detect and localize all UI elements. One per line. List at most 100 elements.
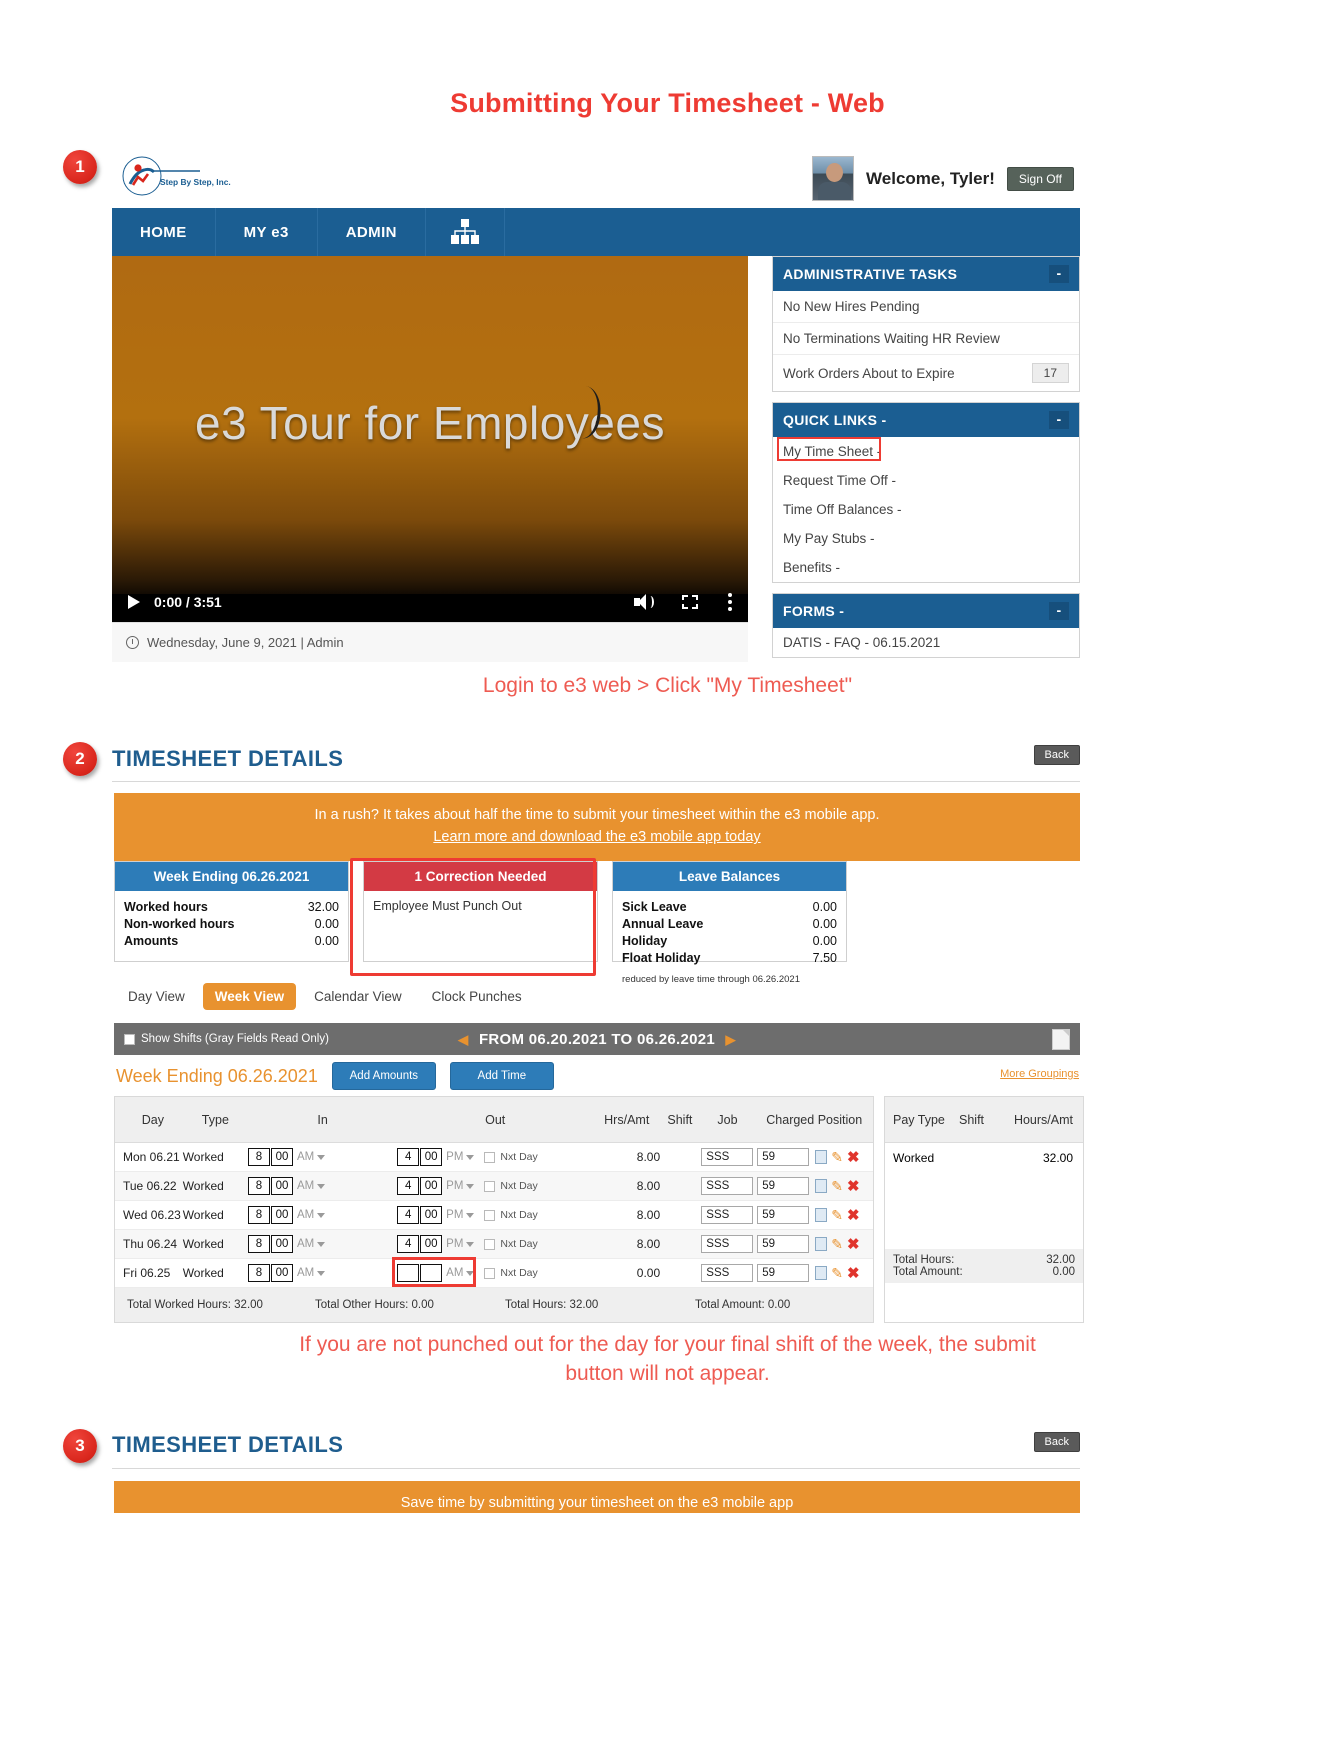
- row-actions: ✎ ✖: [811, 1266, 873, 1281]
- note-icon[interactable]: [815, 1266, 828, 1280]
- charged-position-field[interactable]: 59: [757, 1148, 810, 1166]
- edit-pencil-icon[interactable]: ✎: [831, 1150, 843, 1164]
- in-ampm-select[interactable]: AM: [297, 1238, 326, 1250]
- out-hour-field[interactable]: 4: [397, 1177, 420, 1195]
- admin-task-row[interactable]: No New Hires Pending: [773, 291, 1079, 323]
- out-minute-field[interactable]: 00: [420, 1177, 443, 1195]
- tab-day-view[interactable]: Day View: [116, 983, 197, 1010]
- job-field[interactable]: SSS: [701, 1177, 754, 1195]
- admin-task-row[interactable]: No Terminations Waiting HR Review: [773, 323, 1079, 355]
- out-minute-field[interactable]: 00: [420, 1235, 443, 1253]
- note-icon[interactable]: [815, 1208, 828, 1222]
- nav-item-org-chart[interactable]: [426, 208, 505, 256]
- in-minute-field[interactable]: 00: [270, 1148, 293, 1166]
- out-minute-field[interactable]: 00: [420, 1148, 443, 1166]
- nxt-day-checkbox[interactable]: [484, 1209, 496, 1221]
- col-charged-position: Charged Position: [766, 1112, 863, 1127]
- back-button-3[interactable]: Back: [1033, 1432, 1080, 1452]
- promo-link[interactable]: Learn more and download the e3 mobile ap…: [433, 829, 760, 845]
- quick-link-my-time-sheet[interactable]: My Time Sheet -: [773, 437, 1079, 466]
- edit-pencil-icon[interactable]: ✎: [831, 1208, 843, 1222]
- quick-link-request-time-off[interactable]: Request Time Off -: [773, 466, 1079, 495]
- delete-icon[interactable]: ✖: [847, 1208, 860, 1223]
- in-minute-field[interactable]: 00: [270, 1177, 293, 1195]
- tab-calendar-view[interactable]: Calendar View: [302, 983, 414, 1010]
- collapse-icon[interactable]: -: [1049, 411, 1069, 429]
- job-field[interactable]: SSS: [701, 1206, 754, 1224]
- add-amounts-button[interactable]: Add Amounts: [331, 1062, 436, 1090]
- form-link-datis-faq[interactable]: DATIS - FAQ - 06.15.2021: [773, 628, 1079, 657]
- volume-icon[interactable]: [634, 594, 654, 610]
- in-minute-field[interactable]: 00: [270, 1264, 293, 1282]
- video-player[interactable]: e3 Tour for Employees 0:00 / 3:51 Wednes…: [112, 256, 748, 662]
- table-row: Fri 06.25 Worked 8 00 AM AM Nxt Day 0.00…: [115, 1257, 873, 1288]
- fullscreen-icon[interactable]: [682, 595, 698, 609]
- out-hour-field[interactable]: 4: [397, 1206, 420, 1224]
- edit-pencil-icon[interactable]: ✎: [831, 1179, 843, 1193]
- video-meta-text: Wednesday, June 9, 2021 | Admin: [147, 635, 344, 650]
- in-minute-field[interactable]: 00: [270, 1235, 293, 1253]
- next-week-icon[interactable]: ▶: [720, 1032, 742, 1047]
- quick-link-my-pay-stubs[interactable]: My Pay Stubs -: [773, 524, 1079, 553]
- tab-week-view[interactable]: Week View: [202, 983, 297, 1010]
- job-field[interactable]: SSS: [701, 1264, 754, 1282]
- edit-pencil-icon[interactable]: ✎: [831, 1237, 843, 1251]
- more-options-icon[interactable]: [728, 593, 732, 611]
- collapse-icon[interactable]: -: [1049, 265, 1069, 283]
- in-ampm-select[interactable]: AM: [297, 1151, 326, 1163]
- export-document-icon[interactable]: [1052, 1028, 1070, 1050]
- in-hour-field[interactable]: 8: [247, 1264, 270, 1282]
- note-icon[interactable]: [815, 1237, 828, 1251]
- in-minute-field[interactable]: 00: [270, 1206, 293, 1224]
- note-icon[interactable]: [815, 1150, 828, 1164]
- delete-icon[interactable]: ✖: [847, 1237, 860, 1252]
- in-hour-field[interactable]: 8: [247, 1235, 270, 1253]
- delete-icon[interactable]: ✖: [847, 1266, 860, 1281]
- back-button[interactable]: Back: [1033, 745, 1080, 765]
- row-out-group: AM Nxt Day: [392, 1257, 593, 1287]
- collapse-icon[interactable]: -: [1049, 602, 1069, 620]
- edit-pencil-icon[interactable]: ✎: [831, 1266, 843, 1280]
- chevron-down-icon: [466, 1241, 475, 1247]
- admin-task-row[interactable]: Work Orders About to Expire 17: [773, 355, 1079, 391]
- out-ampm-select[interactable]: PM: [446, 1180, 475, 1192]
- job-field[interactable]: SSS: [701, 1235, 754, 1253]
- play-icon[interactable]: [128, 595, 140, 609]
- tab-clock-punches[interactable]: Clock Punches: [420, 983, 534, 1010]
- add-time-button[interactable]: Add Time: [449, 1062, 554, 1090]
- in-ampm-select[interactable]: AM: [297, 1180, 326, 1192]
- nxt-day-checkbox[interactable]: [484, 1238, 496, 1250]
- job-field[interactable]: SSS: [701, 1148, 754, 1166]
- out-ampm-select[interactable]: PM: [446, 1238, 475, 1250]
- charged-position-field[interactable]: 59: [757, 1177, 810, 1195]
- out-ampm-select[interactable]: PM: [446, 1151, 475, 1163]
- nav-item-my-e3[interactable]: MY e3: [216, 208, 318, 256]
- out-hour-field[interactable]: 4: [397, 1235, 420, 1253]
- in-ampm-select[interactable]: AM: [297, 1267, 326, 1279]
- out-hour-field[interactable]: 4: [397, 1148, 420, 1166]
- nxt-day-checkbox[interactable]: [484, 1180, 496, 1192]
- show-shifts-checkbox[interactable]: [124, 1033, 135, 1045]
- prev-week-icon[interactable]: ◀: [452, 1032, 474, 1047]
- nxt-day-checkbox[interactable]: [484, 1151, 496, 1163]
- nav-item-admin[interactable]: ADMIN: [318, 208, 426, 256]
- quick-link-time-off-balances[interactable]: Time Off Balances -: [773, 495, 1079, 524]
- in-hour-field[interactable]: 8: [247, 1206, 270, 1224]
- col-shift: Shift: [667, 1112, 693, 1127]
- out-minute-field[interactable]: 00: [420, 1206, 443, 1224]
- charged-position-field[interactable]: 59: [757, 1264, 810, 1282]
- in-hour-field[interactable]: 8: [247, 1177, 270, 1195]
- more-groupings-link[interactable]: More Groupings: [1000, 1068, 1079, 1080]
- sign-off-button[interactable]: Sign Off: [1006, 166, 1074, 191]
- nxt-day-checkbox[interactable]: [484, 1267, 496, 1279]
- out-ampm-select[interactable]: PM: [446, 1209, 475, 1221]
- charged-position-field[interactable]: 59: [757, 1235, 810, 1253]
- delete-icon[interactable]: ✖: [847, 1150, 860, 1165]
- charged-position-field[interactable]: 59: [757, 1206, 810, 1224]
- in-ampm-select[interactable]: AM: [297, 1209, 326, 1221]
- nav-item-home[interactable]: HOME: [112, 208, 216, 256]
- delete-icon[interactable]: ✖: [847, 1179, 860, 1194]
- in-hour-field[interactable]: 8: [247, 1148, 270, 1166]
- quick-link-benefits[interactable]: Benefits -: [773, 553, 1079, 582]
- note-icon[interactable]: [815, 1179, 828, 1193]
